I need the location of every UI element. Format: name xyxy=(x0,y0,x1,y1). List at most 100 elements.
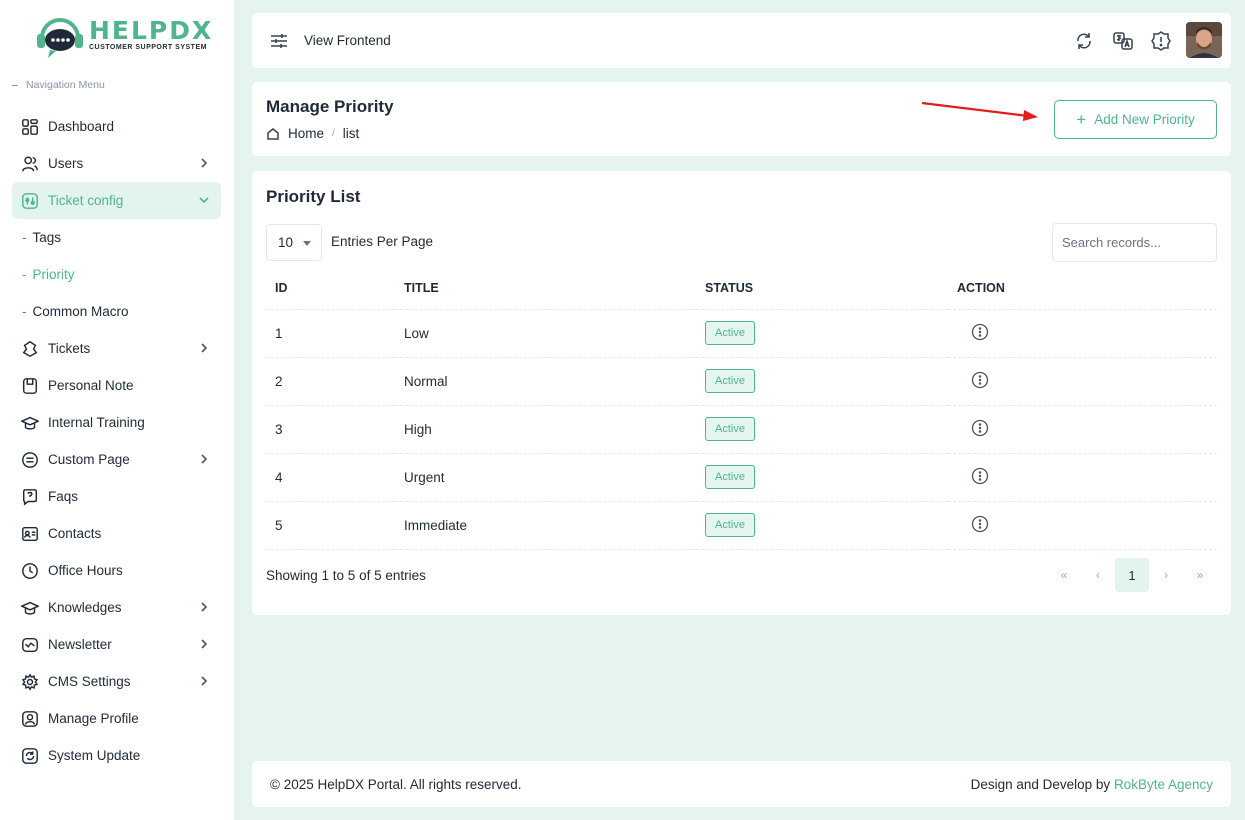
entries-per-page-select[interactable]: 10 xyxy=(266,224,322,261)
table-row: 1 Low Active xyxy=(266,309,1217,358)
brand-tagline: CUSTOMER SUPPORT SYSTEM xyxy=(89,44,207,51)
sidebar-item-label: Ticket config xyxy=(48,193,124,208)
sidebar-item-label: Office Hours xyxy=(48,563,123,578)
sidebar-item-custom-page[interactable]: Custom Page xyxy=(12,441,221,478)
translate-icon[interactable] xyxy=(1112,30,1134,52)
sidebar-item-label: Faqs xyxy=(48,489,79,504)
more-options-icon[interactable] xyxy=(971,515,989,533)
cell-id: 4 xyxy=(266,453,395,502)
add-new-priority-button[interactable]: + Add New Priority xyxy=(1054,100,1217,139)
cell-id: 5 xyxy=(266,501,395,550)
sidebar-subitem-tags[interactable]: - Tags xyxy=(12,219,221,256)
sidebar-item-personal-note[interactable]: Personal Note xyxy=(12,367,221,404)
credit-text: Design and Develop by RokByte Agency xyxy=(971,777,1213,792)
nav-heading-label: Navigation Menu xyxy=(26,79,105,91)
pager-first[interactable]: « xyxy=(1047,558,1081,592)
sidebar-item-label: Internal Training xyxy=(48,415,145,430)
agency-link[interactable]: RokByte Agency xyxy=(1114,777,1213,792)
dashboard-icon xyxy=(20,117,40,137)
more-options-icon[interactable] xyxy=(971,467,989,485)
breadcrumb-separator: / xyxy=(332,128,335,139)
column-header-action: ACTION xyxy=(948,268,1217,310)
breadcrumb: Home / list xyxy=(266,126,359,141)
chevron-right-icon xyxy=(197,341,211,355)
more-options-icon[interactable] xyxy=(971,419,989,437)
pager-last[interactable]: » xyxy=(1183,558,1217,592)
table-row: 5 Immediate Active xyxy=(266,501,1217,550)
cell-action xyxy=(948,453,1217,502)
pager-prev[interactable]: ‹ xyxy=(1081,558,1115,592)
sidebar-item-newsletter[interactable]: Newsletter xyxy=(12,626,221,663)
cell-action xyxy=(948,357,1217,406)
more-options-icon[interactable] xyxy=(971,323,989,341)
sidebar-item-tickets[interactable]: Tickets xyxy=(12,330,221,367)
pager-page-1[interactable]: 1 xyxy=(1115,558,1149,592)
nav-menu: Dashboard Users Ticket config - Tags - P… xyxy=(12,108,221,774)
sidebar-item-faqs[interactable]: Faqs xyxy=(12,478,221,515)
cell-id: 1 xyxy=(266,309,395,358)
sidebar-item-label: Manage Profile xyxy=(48,711,139,726)
status-badge: Active xyxy=(705,465,755,489)
more-options-icon[interactable] xyxy=(971,371,989,389)
sync-icon[interactable] xyxy=(1073,30,1095,52)
alert-icon[interactable] xyxy=(1150,30,1172,52)
chevron-right-icon xyxy=(197,637,211,651)
view-frontend-link[interactable]: View Frontend xyxy=(304,33,391,48)
chevron-right-icon xyxy=(197,452,211,466)
sidebar-item-label: Tickets xyxy=(48,341,91,356)
sidebar-item-label: Custom Page xyxy=(48,452,130,467)
add-button-label: Add New Priority xyxy=(1094,112,1195,127)
menu-toggle-icon[interactable] xyxy=(270,32,288,50)
table-header-row: ID TITLE STATUS ACTION xyxy=(266,268,1217,310)
sidebar-item-label: Users xyxy=(48,156,84,171)
cell-title: High xyxy=(395,405,696,454)
training-icon xyxy=(20,413,40,433)
sidebar: HELPDX CUSTOMER SUPPORT SYSTEM Navigatio… xyxy=(0,0,234,820)
sidebar-item-office-hours[interactable]: Office Hours xyxy=(12,552,221,589)
sidebar-item-contacts[interactable]: Contacts xyxy=(12,515,221,552)
sidebar-subitem-common-macro[interactable]: - Common Macro xyxy=(12,293,221,330)
avatar[interactable] xyxy=(1186,22,1222,58)
sidebar-item-cms-settings[interactable]: CMS Settings xyxy=(12,663,221,700)
pager-next[interactable]: › xyxy=(1149,558,1183,592)
home-icon xyxy=(267,127,279,140)
sidebar-item-label: CMS Settings xyxy=(48,674,131,689)
headset-logo-icon xyxy=(37,18,83,58)
subitem-dash: - xyxy=(22,304,27,319)
column-header-title[interactable]: TITLE xyxy=(395,268,696,310)
sidebar-item-label: Newsletter xyxy=(48,637,112,652)
cell-status: Active xyxy=(696,309,948,358)
cell-title: Normal xyxy=(395,357,696,406)
column-header-id[interactable]: ID xyxy=(266,268,395,310)
breadcrumb-home[interactable]: Home xyxy=(288,126,324,141)
search-input[interactable] xyxy=(1052,223,1217,262)
credit-prefix: Design and Develop by xyxy=(970,777,1114,792)
sidebar-item-knowledges[interactable]: Knowledges xyxy=(12,589,221,626)
knowledge-icon xyxy=(20,598,40,618)
caret-down-icon xyxy=(303,241,311,246)
nav-heading: Navigation Menu xyxy=(12,79,105,91)
brand-name: HELPDX xyxy=(89,16,214,45)
cell-status: Active xyxy=(696,501,948,550)
sidebar-item-manage-profile[interactable]: Manage Profile xyxy=(12,700,221,737)
clock-icon xyxy=(20,561,40,581)
sidebar-item-system-update[interactable]: System Update xyxy=(12,737,221,774)
sidebar-item-users[interactable]: Users xyxy=(12,145,221,182)
pagination-summary: Showing 1 to 5 of 5 entries xyxy=(266,568,426,583)
heading-dash xyxy=(12,84,18,86)
cell-status: Active xyxy=(696,357,948,406)
brand-logo[interactable]: HELPDX CUSTOMER SUPPORT SYSTEM xyxy=(34,14,211,64)
table-row: 2 Normal Active xyxy=(266,357,1217,406)
sidebar-item-dashboard[interactable]: Dashboard xyxy=(12,108,221,145)
sidebar-subitem-priority[interactable]: - Priority xyxy=(12,256,221,293)
entries-label: Entries Per Page xyxy=(331,234,434,249)
cell-title: Urgent xyxy=(395,453,696,502)
sidebar-item-label: Personal Note xyxy=(48,378,134,393)
sidebar-item-internal-training[interactable]: Internal Training xyxy=(12,404,221,441)
cell-id: 2 xyxy=(266,357,395,406)
plus-icon: + xyxy=(1076,110,1087,129)
list-title: Priority List xyxy=(266,187,361,206)
column-header-status[interactable]: STATUS xyxy=(696,268,948,310)
sidebar-item-ticket-config[interactable]: Ticket config xyxy=(12,182,221,219)
sidebar-subitem-label: Common Macro xyxy=(32,304,129,319)
